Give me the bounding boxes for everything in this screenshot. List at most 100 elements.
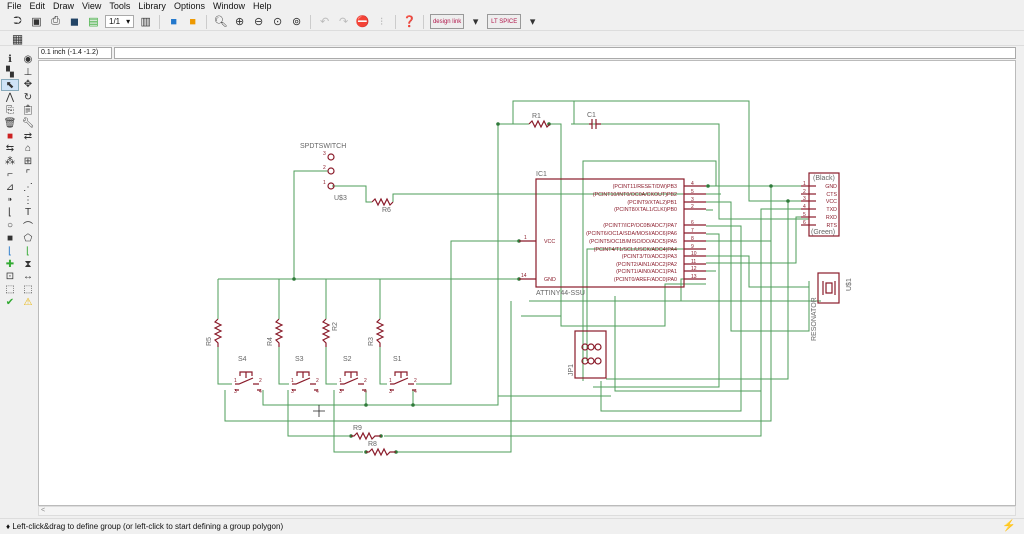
pin-number: 1: [803, 181, 806, 187]
redraw-icon[interactable]: ⊚: [289, 14, 304, 29]
zoom-in-icon[interactable]: ⊕: [232, 14, 247, 29]
pin-number: 2: [316, 378, 319, 384]
erc-icon[interactable]: ✔: [1, 296, 19, 309]
pinswap-icon[interactable]: ⇆: [1, 143, 19, 156]
net-icon[interactable]: ⌊: [19, 245, 37, 258]
pin-number: 3: [339, 389, 342, 395]
wire: [293, 170, 328, 279]
group-icon[interactable]: ⬉: [1, 78, 19, 92]
add-icon[interactable]: ✚: [1, 258, 19, 271]
label-r4: R4: [267, 337, 274, 346]
frame-icon[interactable]: ⊡: [1, 271, 19, 284]
mark-icon[interactable]: ⊥: [19, 66, 37, 79]
menu-library[interactable]: Library: [135, 0, 171, 13]
bus-icon[interactable]: ⌊: [1, 245, 19, 258]
mirror-icon[interactable]: ⋀: [1, 91, 19, 104]
junction-icon[interactable]: ⋮: [19, 194, 37, 207]
smash-icon[interactable]: ⌂: [19, 143, 37, 156]
go-icon[interactable]: ⁝: [374, 14, 389, 29]
pin-number: 4: [414, 389, 417, 395]
arc-icon[interactable]: ⌒: [19, 219, 37, 233]
print-icon[interactable]: ⎙: [48, 14, 63, 29]
polygon-icon[interactable]: ⬠: [19, 232, 37, 245]
lt-spice-button[interactable]: LT SPICE: [487, 14, 522, 29]
move-icon[interactable]: ✥: [19, 79, 37, 92]
sheet-select[interactable]: 1/1 ▾: [105, 15, 135, 28]
zoom-fit-icon[interactable]: 🔍︎: [213, 14, 228, 29]
pin-name: (PCINT1/AIN0/ADC1)PA1: [616, 269, 677, 275]
dimension-icon[interactable]: ↔: [19, 271, 37, 284]
menu-view[interactable]: View: [79, 0, 106, 13]
design-link-button[interactable]: design link: [430, 14, 465, 29]
erc-next-icon[interactable]: ⬚: [19, 283, 37, 296]
display-icon[interactable]: ▚: [1, 66, 19, 79]
menu-draw[interactable]: Draw: [50, 0, 79, 13]
erc-prev-icon[interactable]: ⬚: [1, 283, 19, 296]
help-icon[interactable]: ❓: [402, 14, 417, 29]
save-icon[interactable]: ▣: [29, 14, 44, 29]
label-icon[interactable]: ⁍: [1, 194, 19, 207]
attribute-icon[interactable]: ⧗: [19, 258, 37, 271]
open-icon[interactable]: ⮊: [10, 14, 25, 29]
menu-help[interactable]: Help: [250, 0, 277, 13]
board-icon[interactable]: ■: [166, 14, 181, 29]
rect-icon[interactable]: ■: [1, 232, 19, 245]
optimize-icon[interactable]: ⊿: [1, 181, 19, 194]
library-icon[interactable]: ▥: [138, 14, 153, 29]
schematic-drawing[interactable]: SPDTSWITCH 3 2 1 U$3 R6 R1 R5 R4 R2 R3 R…: [39, 61, 1017, 507]
cam-icon[interactable]: ◼: [67, 14, 82, 29]
switch-s3: S3 1 2 3 4: [291, 356, 319, 395]
zoom-out-icon[interactable]: ⊖: [251, 14, 266, 29]
horizontal-scrollbar[interactable]: <: [38, 506, 1016, 516]
undo-icon[interactable]: ↶: [317, 14, 332, 29]
zoom-select-icon[interactable]: ⊙: [270, 14, 285, 29]
menu-window[interactable]: Window: [210, 0, 250, 13]
value-icon[interactable]: ⊞: [19, 155, 37, 168]
gateswap-icon[interactable]: ⇄: [19, 130, 37, 143]
switch-icon[interactable]: ■: [185, 14, 200, 29]
show-icon[interactable]: ◉: [19, 53, 37, 66]
chevron-down-icon[interactable]: ▾: [525, 14, 540, 29]
delete-icon[interactable]: 🗑︎: [1, 117, 19, 130]
paste-icon[interactable]: 📋︎: [19, 104, 37, 117]
menu-tools[interactable]: Tools: [106, 0, 135, 13]
menu-file[interactable]: File: [4, 0, 27, 13]
split-icon[interactable]: ⌐: [1, 168, 19, 181]
pin-number: 2: [323, 165, 326, 171]
pin-name: (PCINT8/XTAL1/CLKI)PB0: [614, 207, 677, 213]
schematic-canvas[interactable]: SPDTSWITCH 3 2 1 U$3 R6 R1 R5 R4 R2 R3 R…: [38, 60, 1016, 506]
pin-name: VCC: [826, 199, 837, 205]
grid-icon[interactable]: ▦: [10, 31, 25, 46]
switch-label: S1: [393, 356, 402, 363]
pin-name: GND: [825, 184, 837, 190]
invoke-icon[interactable]: ⋰: [19, 181, 37, 194]
miter-icon[interactable]: ⌜: [19, 168, 37, 181]
wire: [262, 124, 611, 406]
sheet-icon[interactable]: ▤: [86, 14, 101, 29]
wire-icon[interactable]: ⌊: [1, 207, 19, 220]
run-icon[interactable]: ⚡: [1002, 519, 1016, 532]
pin-number: 2: [364, 378, 367, 384]
change-icon[interactable]: 🔧︎: [19, 117, 37, 130]
command-input[interactable]: [114, 47, 1016, 59]
scroll-left-icon[interactable]: <: [41, 507, 45, 514]
coordinate-bar: 0.1 inch (-1.4 -1.2): [38, 47, 1016, 59]
pin-number: 7: [691, 228, 694, 234]
menu-edit[interactable]: Edit: [27, 0, 51, 13]
pin-number: 1: [524, 235, 527, 241]
name-icon[interactable]: ⁂: [1, 155, 19, 168]
circle-icon[interactable]: ○: [1, 219, 19, 232]
redo-icon[interactable]: ↷: [336, 14, 351, 29]
info-icon[interactable]: ℹ: [1, 53, 19, 66]
rotate-icon[interactable]: ↻: [19, 91, 37, 104]
pin-name: TXD: [826, 207, 837, 213]
pin-name: RTS: [827, 223, 838, 229]
cursor-crosshair: [313, 405, 325, 417]
errors-icon[interactable]: ⚠: [19, 296, 37, 309]
copy-icon[interactable]: ⎘: [1, 104, 19, 117]
replace-icon[interactable]: ■: [1, 130, 19, 143]
menu-options[interactable]: Options: [171, 0, 210, 13]
chevron-down-icon[interactable]: ▾: [468, 14, 483, 29]
stop-icon[interactable]: ⛔: [355, 14, 370, 29]
pin-number: 6: [803, 220, 806, 226]
